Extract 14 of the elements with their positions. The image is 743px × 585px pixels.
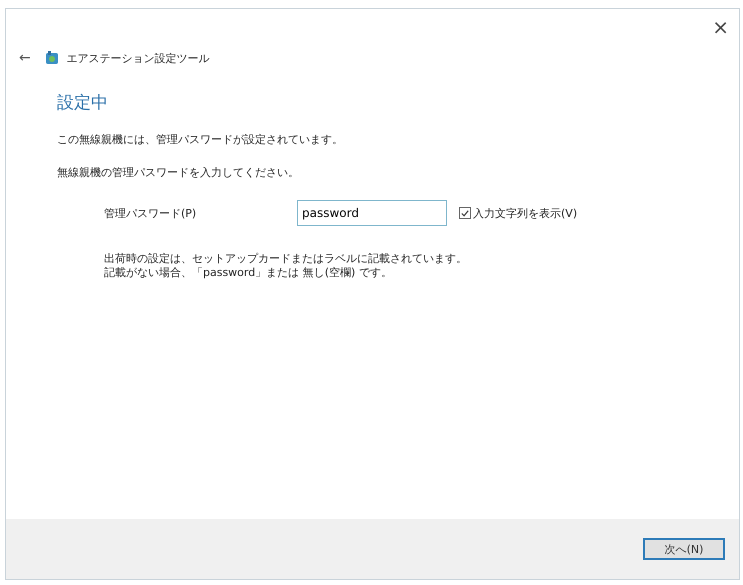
close-button[interactable]: × <box>702 9 739 43</box>
message-text: 無線親機の管理パスワードを入力してください。 <box>57 165 300 180</box>
show-text-checkbox[interactable]: 入力文字列を表示(V) <box>459 206 578 220</box>
back-button[interactable]: ← <box>19 50 31 66</box>
app-icon <box>44 51 59 65</box>
window-title: エアステーション設定ツール <box>66 50 210 66</box>
password-label: 管理パスワード(P) <box>104 206 198 220</box>
page-heading: 設定中 <box>57 92 109 114</box>
note-text: 記載がない場合、「password」または 無し(空欄) です。 <box>104 266 393 280</box>
message-text: この無線親機には、管理パスワードが設定されています。 <box>57 132 344 147</box>
check-icon <box>460 208 470 218</box>
password-field[interactable]: password <box>297 200 447 226</box>
next-button[interactable]: 次へ(N) <box>643 538 725 560</box>
note-text: 出荷時の設定は、セットアップカードまたはラベルに記載されています。 <box>104 252 468 266</box>
